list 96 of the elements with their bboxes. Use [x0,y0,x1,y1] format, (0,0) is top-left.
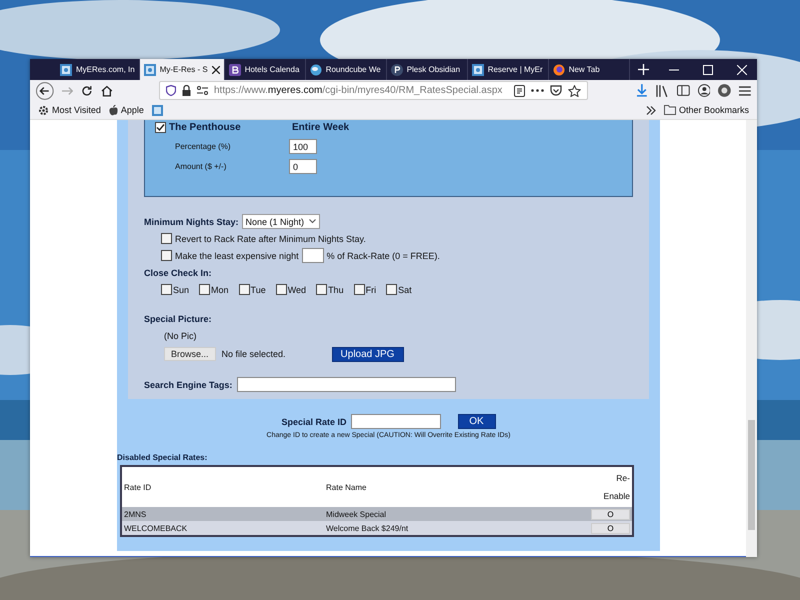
checkbox-label: Revert to Rack Rate after Minimum Nights Stay. [175,234,366,244]
apple-icon [108,104,118,116]
column-header: Rate Name [324,466,589,507]
checkbox[interactable] [386,284,398,295]
re-enable-button[interactable]: O [591,508,630,520]
reload-icon[interactable] [81,84,94,96]
room-name: The Penthouse [169,122,242,132]
bookmark[interactable]: Most Visited [38,104,101,116]
checkbox-label: Sat [398,284,412,294]
tab-title: Hotels Calenda [244,65,300,74]
table-cell: 2MNS [121,507,324,521]
section-label: Close Check In: [144,268,212,278]
tab-title: Plesk Obsidian [406,65,462,74]
maximize-icon[interactable] [703,64,713,74]
checkbox[interactable] [199,284,210,295]
table-cell: WELCOMEBACK [121,521,324,536]
more-icon[interactable] [531,89,544,92]
upload-button[interactable]: Upload JPG [332,346,404,362]
checkbox-label: Tue [250,284,266,294]
gear-icon [38,104,49,116]
extension-icon[interactable] [718,84,732,97]
back-icon[interactable] [36,82,54,100]
checkbox-label: Fri [366,284,376,294]
shield-icon [166,85,176,96]
checkbox[interactable] [276,284,287,295]
checkbox[interactable] [316,284,328,295]
chevron-down-icon [309,219,316,224]
re-enable-button[interactable]: O [591,522,630,534]
chevron-icon[interactable] [646,106,656,114]
column-header: Re-Enable [589,466,633,507]
checkbox[interactable] [238,284,250,295]
letter-b-icon [228,64,241,76]
tab-title: New Tab [568,65,601,74]
page-icon [144,64,156,76]
checkbox[interactable] [155,122,166,132]
field-label: Percentage (%) [174,142,232,151]
input-field[interactable] [350,414,441,429]
address-bar[interactable]: https://www.myeres.com/cgi-bin/myres40/RM_RatesSpecial.aspx [159,81,588,100]
file-status: No file selected. [222,349,287,359]
checkbox-label: Thu [328,284,344,294]
input-field[interactable] [302,248,324,263]
input-field[interactable] [237,377,456,392]
page-icon [472,64,484,76]
browser-tab[interactable]: My-E-Res - S [140,59,225,80]
bookmark[interactable]: Apple [108,104,144,116]
folder-icon [664,105,676,115]
table-cell: Welcome Back $249/nt [324,521,589,536]
input-field[interactable]: 0 [289,159,317,174]
field-label: Special Rate ID [281,416,347,426]
tab-title: Roundcube We [326,65,382,74]
field-label: Search Engine Tags: [144,380,232,390]
tab-title: My-E-Res - S [160,65,208,74]
reader-view-icon[interactable] [514,84,526,96]
download-icon[interactable] [636,84,648,97]
star-icon[interactable] [568,84,582,96]
letter-p-icon [390,64,403,76]
picture-status: (No Pic) [164,330,197,340]
field-label: Minimum Nights Stay: [144,216,239,226]
permissions-icon [197,86,208,95]
checkbox-label: Mon [211,284,229,294]
checkbox[interactable] [161,284,172,295]
checkbox-label: Sun [173,284,190,294]
checkbox-label: Make the least expensive night [175,250,299,260]
library-icon[interactable] [656,84,669,96]
ok-button[interactable]: OK [458,414,496,429]
section-title: Disabled Special Rates: [117,453,208,462]
bookmark-folder[interactable]: Other Bookmarks [664,105,749,115]
checkbox-label: Wed [288,284,306,294]
home-icon[interactable] [101,84,113,96]
browse-button[interactable]: Browse... [164,347,216,361]
dropdown[interactable]: None (1 Night) [242,214,320,229]
sidebar-icon[interactable] [676,85,690,96]
globe-icon [310,64,322,76]
account-icon[interactable] [698,84,710,97]
period-label: Entire Week [292,122,350,132]
checkbox[interactable] [161,250,172,261]
pocket-icon[interactable] [550,85,562,96]
page-icon[interactable] [152,104,163,116]
tab-title: MyERes.com, In [76,65,135,74]
checkbox[interactable] [354,284,365,295]
tab-title: Reserve | MyEr [488,65,544,74]
plus-icon[interactable] [638,64,649,75]
close-icon[interactable] [212,66,220,74]
section-label: Special Picture: [144,314,212,324]
lock-icon [182,85,191,96]
url-text: https://www.myeres.com/cgi-bin/myres40/RM_RatesSpecial.aspx [214,85,502,96]
fox-icon [552,64,565,76]
menu-icon[interactable] [739,86,751,96]
scrollbar[interactable] [746,120,757,557]
field-suffix: % of Rack-Rate (0 = FREE). [326,250,440,260]
page-icon [60,64,72,76]
checkbox[interactable] [161,233,172,244]
table-cell: Midweek Special [324,507,589,521]
input-field[interactable]: 100 [289,139,317,154]
field-label: Amount ($ +/-) [174,162,228,171]
column-header: Rate ID [121,466,324,507]
